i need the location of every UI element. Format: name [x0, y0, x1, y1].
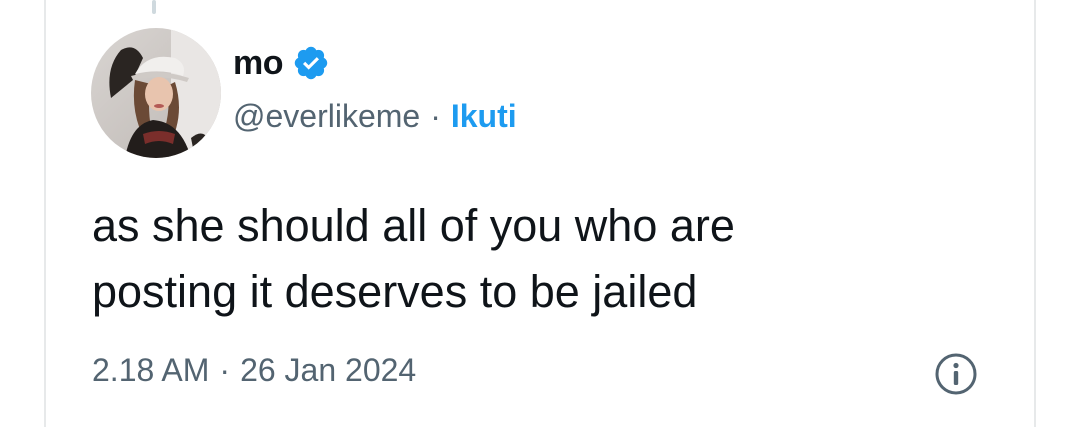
- tweet-text: as she should all of you who are posting…: [92, 193, 992, 325]
- verified-badge-icon: [292, 44, 330, 82]
- name-row: mo: [233, 36, 517, 90]
- follow-link[interactable]: Ikuti: [451, 98, 517, 135]
- tweet-timestamp: 2.18 AM · 26 Jan 2024: [92, 352, 416, 389]
- tweet-card: mo @everlikeme · Ikuti as she should all…: [0, 0, 1080, 427]
- tweet-text-line: as she should all of you who are: [92, 200, 735, 251]
- timestamp-separator: ·: [219, 352, 231, 388]
- author-handle[interactable]: @everlikeme: [233, 98, 420, 135]
- tweet-time[interactable]: 2.18 AM: [92, 352, 209, 389]
- info-icon[interactable]: [934, 352, 978, 396]
- avatar-image: [91, 28, 221, 158]
- card-left-border: [44, 0, 46, 427]
- display-name[interactable]: mo: [233, 44, 284, 83]
- tweet-text-line: posting it deserves to be jailed: [92, 266, 698, 317]
- tweet-date[interactable]: 26 Jan 2024: [240, 352, 416, 389]
- card-right-border: [1034, 0, 1036, 427]
- handle-row: @everlikeme · Ikuti: [233, 98, 517, 135]
- avatar[interactable]: [91, 28, 221, 158]
- thread-connector-line: [152, 0, 156, 14]
- handle-separator: ·: [430, 98, 441, 134]
- tweet-header: mo @everlikeme · Ikuti: [233, 36, 517, 135]
